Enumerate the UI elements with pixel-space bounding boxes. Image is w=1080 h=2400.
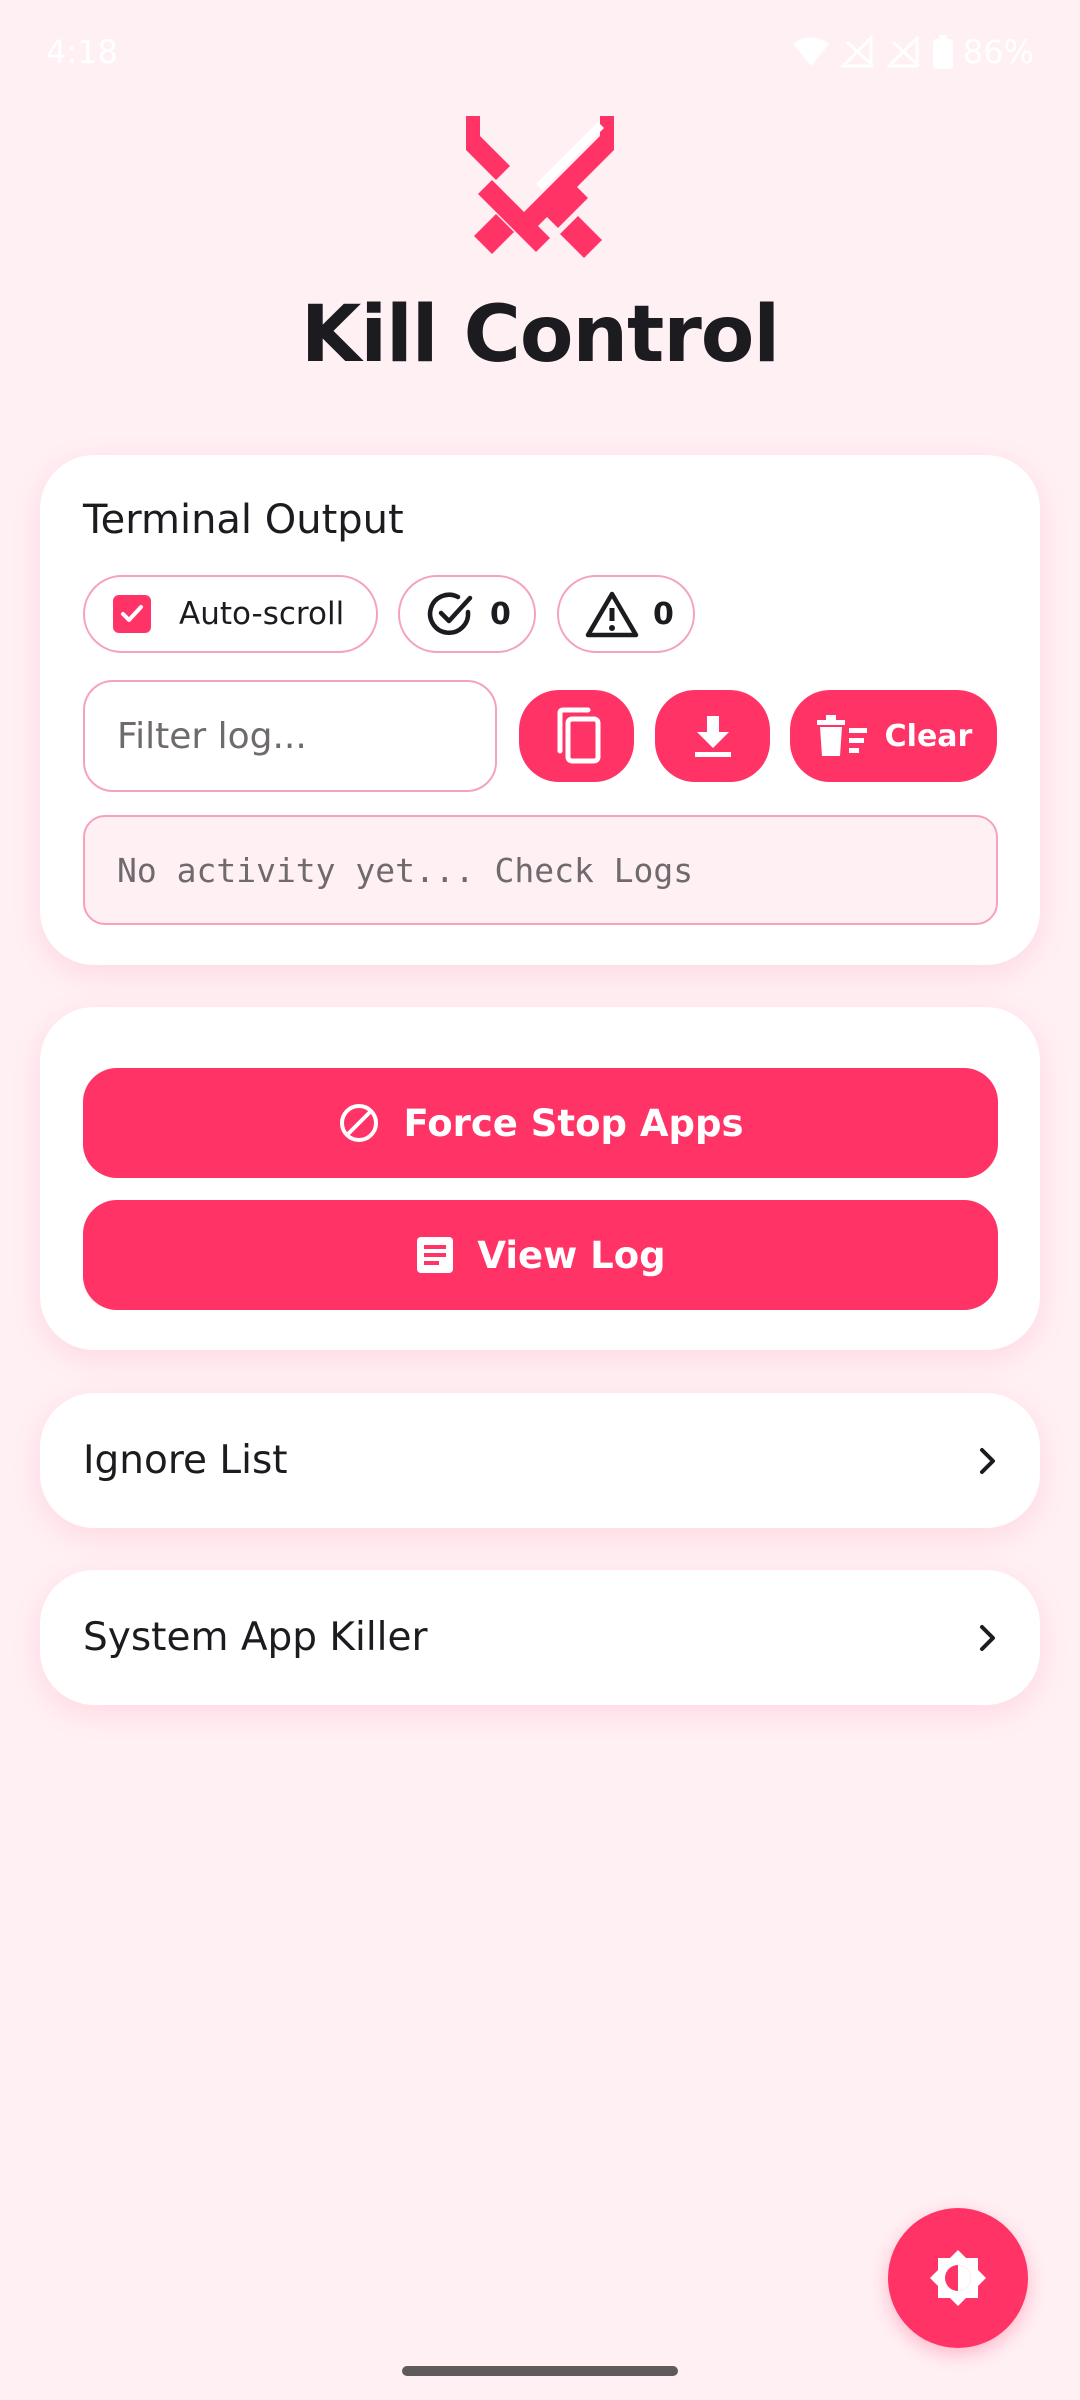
auto-scroll-toggle[interactable]: Auto-scroll xyxy=(83,575,378,653)
battery-percentage: 86% xyxy=(962,33,1034,71)
success-count-chip[interactable]: 0 xyxy=(398,575,536,653)
ignore-list-item[interactable]: Ignore List xyxy=(40,1393,1040,1528)
check-circle-icon xyxy=(427,592,473,636)
auto-scroll-label: Auto-scroll xyxy=(179,596,345,632)
home-indicator[interactable] xyxy=(402,2366,678,2376)
warning-triangle-icon xyxy=(585,591,639,638)
warning-count: 0 xyxy=(653,596,674,632)
app-title: Kill Control xyxy=(300,290,780,380)
force-stop-apps-label: Force Stop Apps xyxy=(403,1101,744,1145)
delete-sweep-icon xyxy=(816,715,867,756)
download-log-button[interactable] xyxy=(655,690,770,782)
wifi-icon xyxy=(792,37,829,66)
chevron-right-icon xyxy=(980,1447,995,1474)
status-icons: 86% xyxy=(791,33,1034,71)
brightness-icon xyxy=(930,2250,986,2306)
check-icon xyxy=(121,605,143,622)
warning-count-chip[interactable]: 0 xyxy=(557,575,695,653)
terminal-log-output[interactable]: No activity yet... Check Logs xyxy=(83,815,998,925)
signal-icon xyxy=(840,36,874,68)
copy-log-button[interactable] xyxy=(519,690,634,782)
signal-icon-secondary xyxy=(886,36,920,68)
terminal-output-title: Terminal Output xyxy=(83,497,404,543)
ignore-list-label: Ignore List xyxy=(83,1438,288,1483)
status-bar: 4:18 86% xyxy=(0,0,1080,104)
auto-scroll-checkbox[interactable] xyxy=(113,595,151,633)
system-app-killer-label: System App Killer xyxy=(83,1615,428,1660)
view-log-button[interactable]: View Log xyxy=(83,1200,998,1310)
download-icon xyxy=(694,716,731,757)
battery-icon xyxy=(932,35,953,69)
crossed-swords-logo-icon xyxy=(466,116,614,258)
filter-log-input[interactable] xyxy=(83,680,497,792)
clear-log-button[interactable]: Clear xyxy=(790,690,997,782)
theme-toggle-button[interactable] xyxy=(888,2208,1028,2348)
system-app-killer-item[interactable]: System App Killer xyxy=(40,1570,1040,1705)
force-stop-apps-button[interactable]: Force Stop Apps xyxy=(83,1068,998,1178)
block-icon xyxy=(340,1104,379,1142)
article-icon xyxy=(417,1237,454,1273)
success-count: 0 xyxy=(490,596,511,632)
view-log-label: View Log xyxy=(477,1233,666,1277)
copy-icon xyxy=(557,707,600,764)
status-time: 4:18 xyxy=(46,33,118,71)
chevron-right-icon xyxy=(980,1624,995,1651)
clear-button-label: Clear xyxy=(884,718,973,754)
